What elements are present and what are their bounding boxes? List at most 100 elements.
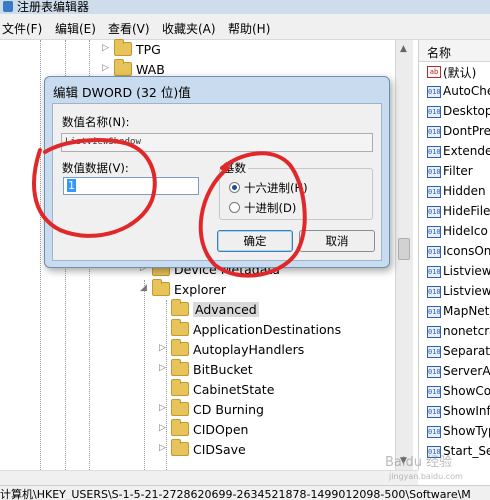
value-name: MapNet [443, 304, 490, 318]
value-name: ListviewS [443, 284, 490, 298]
expand-arrow-icon[interactable]: ▷ [159, 423, 166, 433]
hex-radio[interactable] [229, 182, 240, 193]
folder-icon [171, 399, 189, 416]
tree-guide-line [40, 40, 41, 470]
tree-item-label: WAB [136, 62, 165, 77]
tree-item-label: Explorer [174, 282, 227, 297]
value-name: nonetcra [443, 324, 490, 338]
binary-value-icon: 010 [427, 426, 441, 438]
base-label: 基数 [221, 160, 248, 176]
menu-file[interactable]: 文件(F) [2, 20, 42, 37]
menu-help[interactable]: 帮助(H) [228, 20, 270, 37]
value-name-label: 数值名称(N): [62, 115, 130, 129]
dec-radio-label[interactable]: 十进制(D) [244, 200, 296, 216]
hex-radio-label[interactable]: 十六进制(H) [244, 180, 308, 196]
scroll-thumb[interactable] [398, 238, 410, 260]
status-path: 计算机\HKEY_USERS\S-1-5-21-2728620699-26345… [0, 488, 471, 500]
scroll-up-icon[interactable]: ▲ [400, 44, 407, 54]
value-name: IconsOn [443, 244, 490, 258]
folder-icon [171, 339, 189, 356]
binary-value-icon: 010 [427, 306, 441, 318]
expand-arrow-icon[interactable]: ▷ [159, 403, 166, 413]
binary-value-icon: 010 [427, 406, 441, 418]
folder-icon [171, 419, 189, 436]
tree-item-label: CD Burning [193, 402, 264, 417]
folder-icon [114, 39, 132, 56]
folder-icon [171, 319, 189, 336]
dec-radio[interactable] [229, 202, 240, 213]
tree-horizontal-scrollbar[interactable] [0, 470, 418, 485]
value-name: ShowCo [443, 384, 490, 398]
value-name: Extende [443, 144, 490, 158]
column-header-name[interactable]: 名称 [419, 40, 490, 62]
value-name: DontPre [443, 124, 490, 138]
value-name: Desktop [443, 104, 490, 118]
regedit-icon [3, 1, 13, 12]
menu-edit[interactable]: 编辑(E) [55, 20, 96, 37]
tree-item-label: CabinetState [193, 382, 275, 397]
value-name: Separat [443, 344, 490, 358]
folder-icon [171, 379, 189, 396]
value-data-input[interactable]: 1 [63, 177, 199, 195]
menu-favorites[interactable]: 收藏夹(A) [162, 20, 216, 37]
binary-value-icon: 010 [427, 326, 441, 338]
value-name: (默认) [443, 66, 477, 80]
column-header-label: 名称 [427, 46, 452, 60]
scroll-down-icon[interactable]: ▼ [400, 456, 407, 466]
value-name-field: ListviewShadow [61, 133, 373, 152]
binary-value-icon: 010 [427, 446, 441, 458]
tree-item-label: ApplicationDestinations [193, 322, 342, 337]
value-data-label: 数值数据(V): [62, 161, 129, 175]
folder-icon [171, 439, 189, 456]
collapse-arrow-icon[interactable]: ◢ [140, 283, 147, 293]
window-titlebar: 注册表编辑器 [0, 0, 490, 14]
binary-value-icon: 010 [427, 386, 441, 398]
binary-value-icon: 010 [427, 266, 441, 278]
value-name: ShowTyp [443, 424, 490, 438]
tree-guide-line [166, 300, 167, 470]
tree-scrollbar[interactable]: ▲ ▼ [395, 40, 413, 470]
status-bar: 计算机\HKEY_USERS\S-1-5-21-2728620699-26345… [0, 485, 490, 500]
window-title: 注册表编辑器 [17, 0, 90, 14]
menu-bar: 文件(F) 编辑(E) 查看(V) 收藏夹(A) 帮助(H) [0, 14, 490, 40]
expand-arrow-icon[interactable]: ▷ [159, 363, 166, 373]
binary-value-icon: 010 [427, 366, 441, 378]
binary-value-icon: 010 [427, 166, 441, 178]
cancel-button[interactable]: 取消 [299, 230, 375, 252]
tree-item-label: TPG [136, 42, 161, 57]
value-name: Hidden [443, 184, 486, 198]
dialog-title: 编辑 DWORD (32 位)值 [53, 85, 191, 100]
tree-guide-line [144, 280, 145, 470]
binary-value-icon: 010 [427, 126, 441, 138]
values-pane[interactable]: 名称 ab (默认) 010 AutoChe 010 Desktop 010 DontPre 0… [418, 40, 490, 470]
folder-icon [171, 359, 189, 376]
value-name: AutoChe [443, 84, 490, 98]
binary-value-icon: 010 [427, 226, 441, 238]
binary-value-icon: 010 [427, 286, 441, 298]
value-data-text: 1 [67, 179, 76, 192]
binary-value-icon: 010 [427, 246, 441, 258]
value-name: ShowInf [443, 404, 490, 418]
folder-icon [114, 59, 132, 76]
folder-icon [171, 299, 189, 316]
folder-open-icon [152, 279, 170, 296]
binary-value-icon: 010 [427, 206, 441, 218]
tree-item-label: CIDSave [193, 442, 246, 457]
expand-arrow-icon[interactable]: ▷ [102, 43, 109, 53]
menu-view[interactable]: 查看(V) [108, 20, 150, 37]
ok-button[interactable]: 确定 [217, 230, 293, 252]
binary-value-icon: 010 [427, 186, 441, 198]
value-name: ServerA [443, 364, 490, 378]
edit-dword-dialog: 编辑 DWORD (32 位)值 数值名称(N): ListviewShadow… [44, 76, 390, 268]
tree-item-label: AutoplayHandlers [193, 342, 305, 357]
tree-item-label: BitBucket [193, 362, 253, 377]
value-name: HideIco [443, 224, 488, 238]
value-name: Filter [443, 164, 473, 178]
expand-arrow-icon[interactable]: ▷ [102, 63, 109, 73]
binary-value-icon: 010 [427, 86, 441, 98]
expand-arrow-icon[interactable]: ▷ [159, 343, 166, 353]
expand-arrow-icon[interactable]: ▷ [159, 443, 166, 453]
binary-value-icon: 010 [427, 346, 441, 358]
tree-item-label: CIDOpen [193, 422, 249, 437]
dialog-body: 数值名称(N): ListviewShadow 数值数据(V): 1 基数 十六… [52, 103, 382, 261]
